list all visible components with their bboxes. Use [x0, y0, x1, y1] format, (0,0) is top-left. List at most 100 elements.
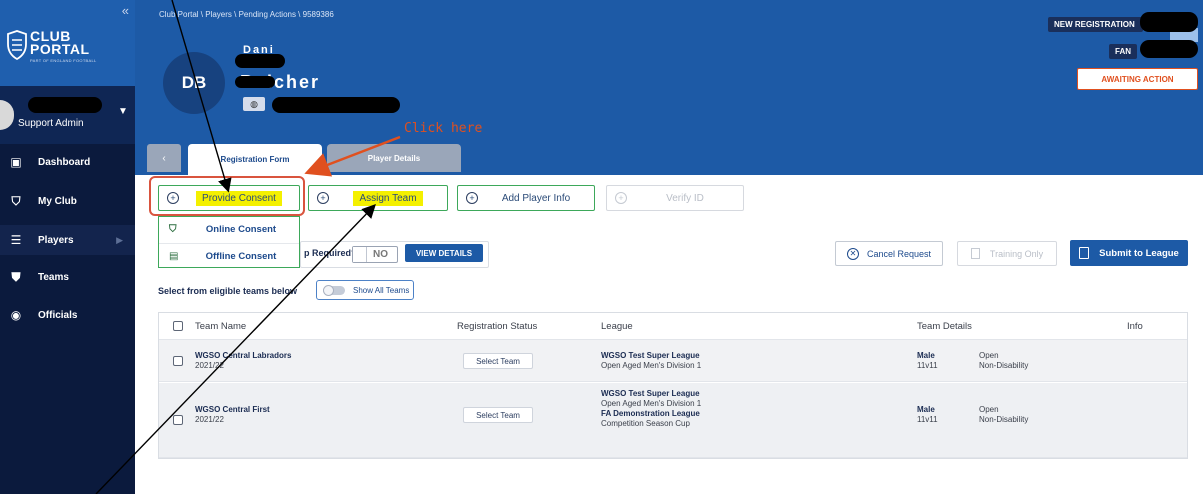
sidebar-item-label: Players	[38, 234, 74, 246]
toggle-switch-icon	[323, 284, 345, 296]
redacted-fan-number	[1140, 40, 1198, 58]
sidebar-item-label: My Club	[38, 195, 77, 207]
fan-badge: FAN	[1109, 44, 1137, 59]
sidebar-item-my-club[interactable]: ⛉ My Club	[0, 186, 135, 216]
sidebar: CLUB PORTAL PART OF ENGLAND FOOTBALL « S…	[0, 0, 135, 494]
document-icon: ▤	[169, 250, 179, 262]
league-division: Open Aged Men's Division 1	[601, 361, 702, 370]
team-name: WGSO Central First	[195, 405, 270, 414]
logo-line-2: PORTAL	[30, 41, 90, 57]
toggle-value: NO	[373, 249, 388, 260]
column-header-team-details: Team Details	[917, 321, 972, 332]
plus-circle-icon: +	[466, 192, 478, 204]
column-header-league: League	[601, 321, 633, 332]
view-details-button[interactable]: VIEW DETAILS	[405, 244, 483, 262]
verify-id-button[interactable]: + Verify ID	[606, 185, 744, 211]
chevron-right-icon: ▶	[116, 234, 123, 245]
eligible-teams-label: Select from eligible teams below	[158, 286, 298, 296]
plus-circle-icon: +	[615, 192, 627, 204]
league-division: Competition Season Cup	[601, 419, 690, 428]
team-gender: Male	[917, 405, 935, 414]
assign-team-label: Assign Team	[353, 190, 423, 206]
menu-item-label: Offline Consent	[205, 250, 277, 262]
cancel-request-button[interactable]: ✕ Cancel Request	[835, 241, 943, 266]
submit-to-league-button[interactable]: Submit to League	[1070, 240, 1188, 266]
select-team-button[interactable]: Select Team	[463, 407, 533, 423]
select-all-checkbox[interactable]	[173, 321, 183, 331]
team-season: 2021/22	[195, 415, 224, 424]
redacted-registration-id	[1140, 12, 1198, 32]
clipboard-icon	[970, 248, 980, 259]
team-disability: Non-Disability	[979, 361, 1029, 370]
chevron-down-icon[interactable]: ▼	[118, 106, 128, 117]
logo-area: CLUB PORTAL PART OF ENGLAND FOOTBALL	[0, 0, 135, 86]
training-only-button[interactable]: Training Only	[957, 241, 1057, 266]
user-role: Support Admin	[18, 118, 84, 129]
shirt-icon: ⛊	[11, 269, 21, 284]
click-here-annotation: Click here	[404, 121, 483, 136]
sidebar-item-label: Teams	[38, 271, 69, 283]
team-disability: Non-Disability	[979, 415, 1029, 424]
add-player-info-button[interactable]: + Add Player Info	[457, 185, 595, 211]
user-menu[interactable]	[0, 86, 135, 144]
redacted-player-id	[272, 97, 400, 113]
menu-item-online-consent[interactable]: ⛉ Online Consent	[159, 217, 299, 242]
menu-item-offline-consent[interactable]: ▤ Offline Consent	[159, 243, 299, 268]
column-header-registration-status: Registration Status	[457, 321, 538, 332]
sidebar-item-teams[interactable]: ⛊ Teams	[0, 262, 135, 292]
players-icon: ☰	[10, 233, 22, 247]
team-season: 2021/22	[195, 361, 224, 370]
column-header-team-name: Team Name	[195, 321, 247, 332]
redacted-first-name	[235, 54, 285, 68]
add-player-info-label: Add Player Info	[501, 192, 571, 204]
menu-item-label: Online Consent	[205, 224, 277, 235]
sidebar-item-players[interactable]: ☰ Players ▶	[0, 225, 135, 255]
league-division: Open Aged Men's Division 1	[601, 399, 702, 408]
required-label: p Required?	[304, 248, 357, 258]
status-badge: AWAITING ACTION	[1077, 68, 1198, 90]
toggle-knob	[353, 247, 367, 262]
redacted-last-name	[235, 76, 275, 88]
officials-icon: ◉	[10, 308, 22, 322]
row-checkbox[interactable]	[173, 415, 183, 425]
breadcrumb[interactable]: Club Portal \ Players \ Pending Actions …	[159, 10, 334, 19]
required-toggle[interactable]: NO	[352, 246, 398, 263]
plus-circle-icon: +	[317, 192, 329, 204]
row-checkbox[interactable]	[173, 356, 183, 366]
sidebar-item-officials[interactable]: ◉ Officials	[0, 300, 135, 330]
annotation-highlight-ring	[149, 176, 305, 216]
team-age-group: Open	[979, 351, 999, 360]
team-format: 11v11	[917, 361, 938, 370]
tab-registration-form[interactable]: Registration Form	[188, 144, 322, 175]
verify-id-label: Verify ID	[666, 192, 704, 204]
select-team-button[interactable]: Select Team	[463, 353, 533, 369]
sidebar-item-label: Officials	[38, 309, 78, 321]
collapse-sidebar-button[interactable]: «	[122, 3, 129, 18]
sidebar-item-dashboard[interactable]: ▣ Dashboard	[0, 147, 135, 177]
league-name: WGSO Test Super League	[601, 351, 700, 360]
logo-subtitle: PART OF ENGLAND FOOTBALL	[30, 58, 97, 63]
submit-to-league-label: Submit to League	[1099, 247, 1179, 259]
tab-back-button[interactable]: ‹	[147, 144, 181, 172]
assign-team-button[interactable]: + Assign Team	[308, 185, 448, 211]
table-row: WGSO Central First 2021/22 Select Team W…	[159, 383, 1187, 458]
table-row: WGSO Central Labradors 2021/22 Select Te…	[159, 340, 1187, 382]
tab-player-details[interactable]: Player Details	[327, 144, 461, 172]
logo-text: CLUB PORTAL	[30, 29, 90, 57]
document-icon	[1079, 247, 1090, 259]
globe-icon: ◍	[243, 97, 265, 111]
close-circle-icon: ✕	[846, 247, 859, 260]
team-gender: Male	[917, 351, 935, 360]
sidebar-item-label: Dashboard	[38, 156, 91, 168]
dashboard-icon: ▣	[10, 155, 22, 169]
shield-icon: ⛉	[11, 193, 21, 208]
training-only-label: Training Only	[989, 248, 1044, 259]
club-crest-icon	[7, 30, 27, 60]
column-header-info: Info	[1127, 321, 1143, 332]
team-age-group: Open	[979, 405, 999, 414]
league-name: FA Demonstration League	[601, 409, 700, 418]
team-name: WGSO Central Labradors	[195, 351, 292, 360]
shield-icon: ⛉	[169, 224, 177, 235]
consent-dropdown-menu: ⛉ Online Consent ▤ Offline Consent	[158, 216, 300, 268]
show-all-teams-toggle[interactable]: Show All Teams	[316, 280, 414, 300]
